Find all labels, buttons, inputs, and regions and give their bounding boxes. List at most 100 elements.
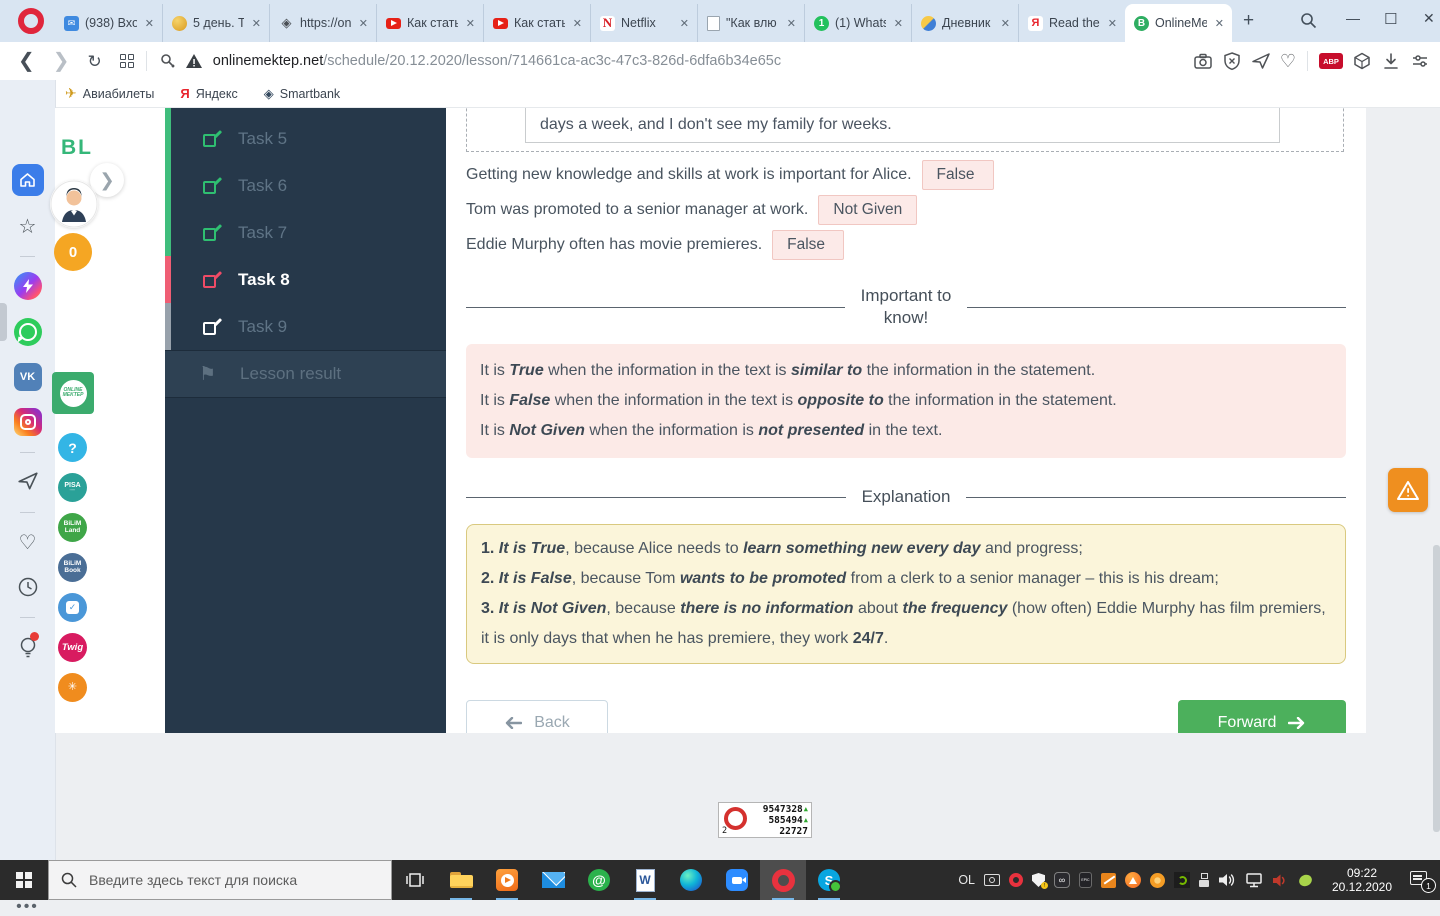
taskbar-app-skype[interactable]: S	[806, 860, 852, 900]
back-icon[interactable]: ❮	[18, 51, 35, 71]
taskbar-app-mediaplayer[interactable]	[484, 860, 530, 900]
tab-close-icon[interactable]: ✕	[678, 15, 691, 32]
sidebar-favorites-button[interactable]: ♡	[0, 530, 55, 555]
warning-icon[interactable]	[185, 53, 203, 69]
speed-dial-icon[interactable]	[120, 54, 134, 68]
window-maximize-button[interactable]: ☐	[1384, 10, 1397, 28]
user-avatar[interactable]	[50, 180, 98, 228]
browser-tab-course[interactable]: 5 день. ТС✕	[162, 4, 269, 42]
my-flow-send-icon[interactable]	[1251, 51, 1271, 71]
bookmark-smartbank[interactable]: ◈Smartbank	[264, 86, 340, 102]
tray-nvidia-icon[interactable]	[1174, 872, 1190, 888]
sidebar-instagram-button[interactable]	[0, 408, 55, 436]
tray-usb-icon[interactable]	[1199, 873, 1209, 887]
tab-close-icon[interactable]: ✕	[999, 15, 1012, 32]
page-scrollbar[interactable]	[1433, 545, 1440, 832]
imektep-button[interactable]: ✳	[58, 673, 87, 702]
taskbar-app-word[interactable]: W	[622, 860, 668, 900]
taskbar-app-edge[interactable]	[668, 860, 714, 900]
twig-button[interactable]: Twig	[58, 633, 87, 662]
browser-tab-diary[interactable]: Дневник✕	[911, 4, 1018, 42]
taskbar-app-zoom[interactable]	[714, 860, 760, 900]
bookmark-heart-icon[interactable]: ♡	[1280, 51, 1296, 72]
browser-tab-youtube-1[interactable]: Как стать✕	[376, 4, 483, 42]
sidebar-vk-button[interactable]: VK	[0, 363, 55, 391]
sidebar-item-task-6[interactable]: Task 6	[171, 162, 446, 209]
tray-orange-app-icon[interactable]	[1101, 873, 1116, 888]
browser-tab-link[interactable]: ◈https://on✕	[269, 4, 376, 42]
itest-button[interactable]: ✓	[58, 593, 87, 622]
tab-search-icon[interactable]	[1300, 12, 1317, 29]
tray-updater-flower-icon[interactable]	[1150, 873, 1165, 888]
help-button[interactable]: ?	[58, 433, 87, 462]
taskbar-clock[interactable]: 09:2220.12.2020	[1323, 866, 1401, 894]
browser-tab-yandex[interactable]: ЯRead the✕	[1018, 4, 1125, 42]
snapshot-camera-icon[interactable]	[1193, 51, 1213, 71]
onlinemektep-button[interactable]: ONLINEMEKTEP	[52, 372, 94, 414]
new-tab-button[interactable]: +	[1243, 10, 1254, 32]
bookmark-aviabilety[interactable]: ✈Авиабилеты	[65, 85, 154, 102]
tray-opera-icon[interactable]	[1009, 873, 1023, 887]
sidebar-item-task-8[interactable]: Task 8	[171, 256, 446, 303]
bilim-land-button[interactable]: BiLiMLand	[58, 513, 87, 542]
start-button[interactable]	[0, 860, 48, 900]
browser-tab-whatsapp[interactable]: 1(1) Whats✕	[804, 4, 911, 42]
browser-tab-mail[interactable]: ✉(938) Вход✕	[55, 4, 162, 42]
bookmark-yandex[interactable]: ЯЯндекс	[180, 86, 237, 101]
tab-close-icon[interactable]: ✕	[464, 15, 477, 32]
site-key-icon[interactable]	[159, 52, 177, 70]
action-center-button[interactable]: 1	[1410, 869, 1434, 891]
tray-epic-games-icon[interactable]: EPIC	[1079, 872, 1092, 888]
visit-counter-widget[interactable]: 2 9547328▲ 585494▲ 22727	[718, 802, 812, 838]
tray-green-indicator-icon[interactable]	[1297, 873, 1314, 888]
tab-close-icon[interactable]: ✕	[1106, 15, 1119, 32]
sidebar-bookmarks-button[interactable]: ☆	[0, 214, 55, 239]
tab-close-icon[interactable]: ✕	[785, 15, 798, 32]
sidebar-item-task-5[interactable]: Task 5	[171, 115, 446, 162]
tab-close-icon[interactable]: ✕	[1213, 15, 1226, 32]
answer-box[interactable]: Not Given	[818, 195, 917, 225]
taskbar-app-opera-active[interactable]	[760, 860, 806, 900]
tab-close-icon[interactable]: ✕	[250, 15, 263, 32]
extension-cube-icon[interactable]	[1352, 51, 1372, 71]
browser-tab-youtube-2[interactable]: Как стать✕	[483, 4, 590, 42]
sidebar-item-task-7[interactable]: Task 7	[171, 209, 446, 256]
window-close-button[interactable]: ✕	[1423, 10, 1435, 27]
sidebar-my-flow-button[interactable]	[0, 470, 55, 492]
tab-close-icon[interactable]: ✕	[143, 15, 156, 32]
pisa-button[interactable]: PISA·····	[58, 473, 87, 502]
browser-tab-netflix[interactable]: NNetflix✕	[590, 4, 697, 42]
url-text[interactable]: onlinemektep.net/schedule/20.12.2020/les…	[213, 53, 781, 69]
tray-ol-indicator[interactable]: OL	[958, 873, 975, 887]
tray-defender-shield-icon[interactable]: !	[1032, 873, 1045, 887]
tab-close-icon[interactable]: ✕	[571, 15, 584, 32]
tray-avast-icon[interactable]	[1125, 872, 1141, 888]
sidebar-handle[interactable]	[0, 303, 7, 341]
opera-logo-icon[interactable]	[18, 8, 44, 34]
taskbar-app-mailru-agent[interactable]: @	[576, 860, 622, 900]
settings-sliders-icon[interactable]	[1410, 51, 1430, 71]
adblock-plus-badge[interactable]: ABP	[1319, 53, 1343, 69]
browser-tab-document[interactable]: "Как влю✕	[697, 4, 804, 42]
task-view-button[interactable]	[392, 860, 438, 900]
sidebar-more-button[interactable]: •••	[0, 898, 55, 916]
tray-creative-cloud-icon[interactable]: ∞	[1054, 872, 1070, 888]
sidebar-home-button[interactable]	[0, 164, 55, 196]
browser-tab-onlinemektep-active[interactable]: BOnlineMe✕	[1125, 4, 1232, 42]
taskbar-app-mail[interactable]	[530, 860, 576, 900]
answer-box[interactable]: False	[922, 160, 994, 190]
shield-block-icon[interactable]	[1222, 51, 1242, 71]
reload-icon[interactable]: ↻	[88, 53, 102, 70]
sidebar-whatsapp-button[interactable]	[0, 318, 55, 346]
tray-screen-capture-icon[interactable]	[984, 874, 1000, 886]
sidebar-item-lesson-result[interactable]: ⚑Lesson result	[165, 350, 446, 398]
sidebar-messenger-button[interactable]	[0, 272, 55, 300]
bilim-book-button[interactable]: BiLiMBook	[58, 553, 87, 582]
tray-volume-icon[interactable]	[1218, 872, 1236, 888]
forward-button[interactable]: Forward	[1178, 700, 1346, 733]
sidebar-item-task-9[interactable]: Task 9	[171, 303, 446, 350]
report-problem-button[interactable]	[1388, 468, 1428, 512]
tray-network-icon[interactable]	[1245, 873, 1263, 888]
tab-close-icon[interactable]: ✕	[892, 15, 905, 32]
taskbar-search-input[interactable]: Введите здесь текст для поиска	[48, 860, 392, 900]
